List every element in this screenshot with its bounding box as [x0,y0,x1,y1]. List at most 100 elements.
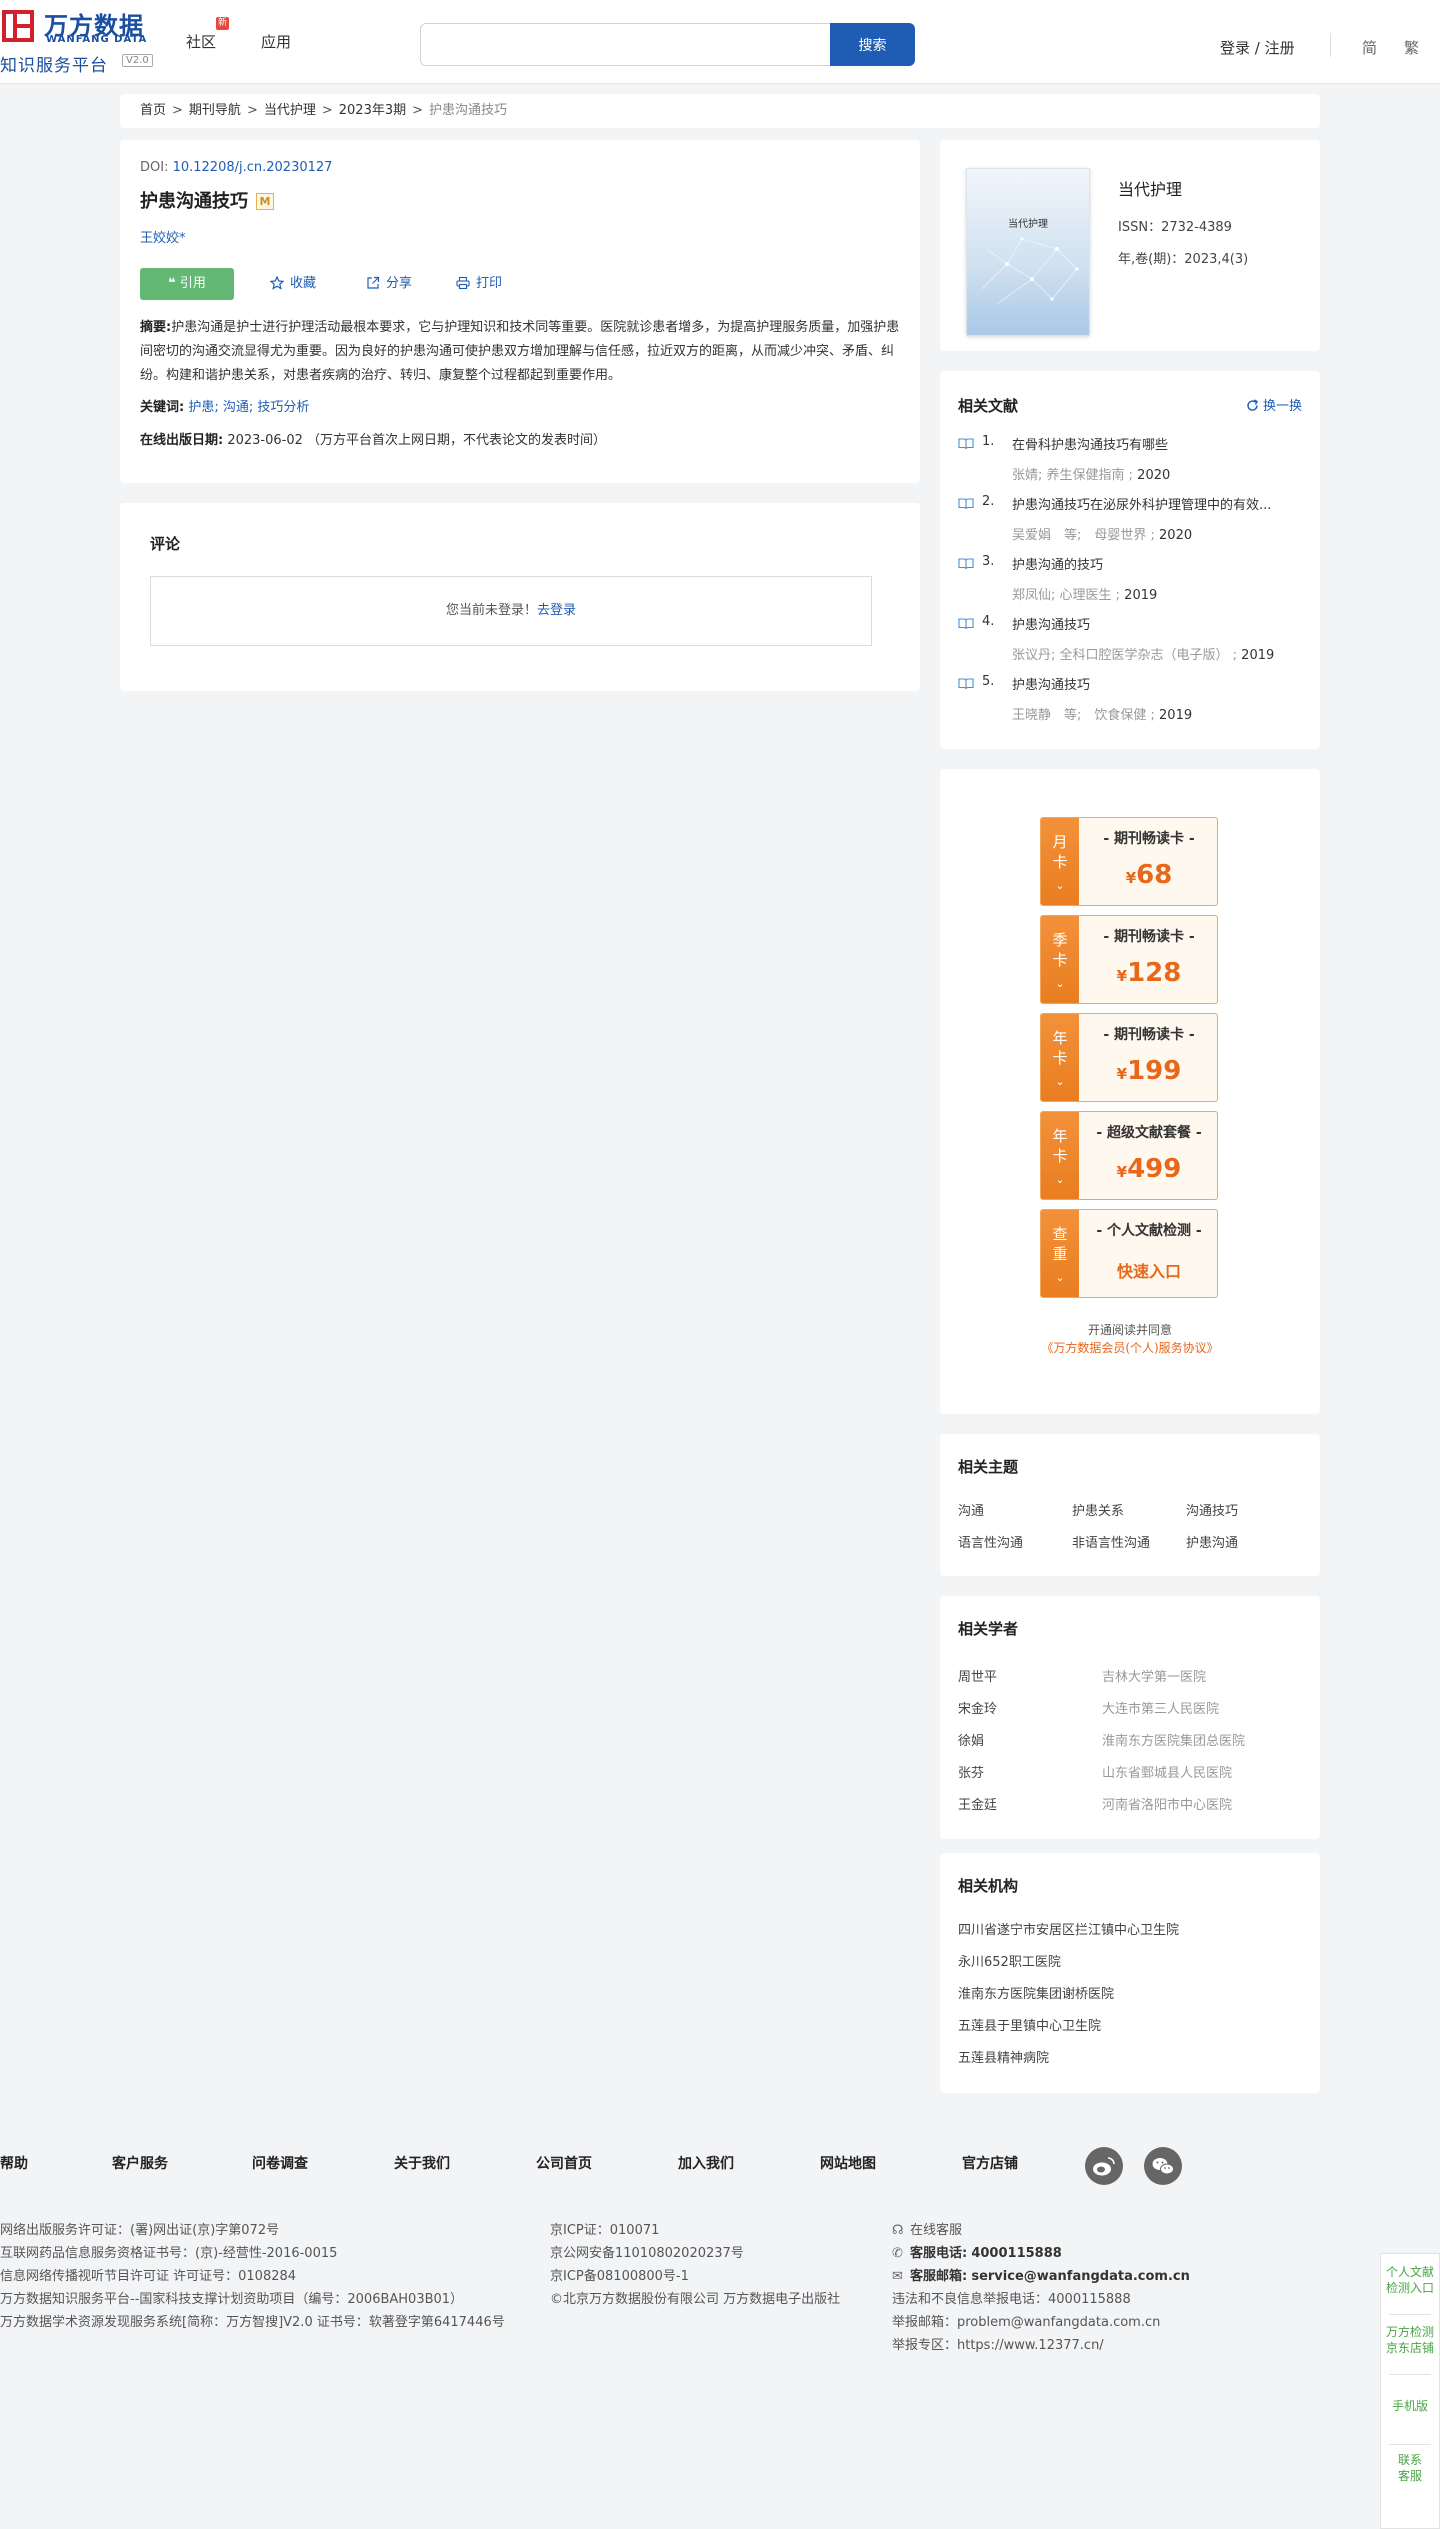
footer-sitemap[interactable]: 网站地图 [820,2153,876,2173]
print-label: 打印 [476,276,503,291]
related-doc-item[interactable]: 2. 护患沟通技巧在泌尿外科护理管理中的有效... 吴爱娟 等; 母婴世界 ; 20… [958,494,1302,554]
breadcrumb-journal-nav[interactable]: 期刊导航 [189,103,241,118]
wechat-icon[interactable] [1144,2147,1182,2185]
lang-simplified[interactable]: 简 [1362,37,1377,58]
wanfang-logo[interactable]: 万方数据 WANFANG DATA 知识服务平台 V2.0 [0,6,160,76]
go-login-link[interactable]: 去登录 [537,603,576,618]
book-icon [958,618,974,630]
share-button[interactable]: 分享 [366,268,412,300]
related-doc-item[interactable]: 4. 护患沟通技巧 张议丹; 全科口腔医学杂志（电子版） ; 2019 [958,614,1302,674]
search-button[interactable]: 搜索 [830,23,915,66]
footer-join-us[interactable]: 加入我们 [678,2153,734,2173]
promo-side-char: 查 [1052,1225,1068,1243]
nav-apps[interactable]: 应用 [261,31,291,52]
email-value[interactable]: service@wanfangdata.com.cn [971,2269,1190,2284]
footer-about[interactable]: 关于我们 [394,2153,450,2173]
search-input[interactable] [420,23,830,66]
topic-link[interactable]: 护患沟通 [1186,1532,1238,1551]
related-doc-item[interactable]: 5. 护患沟通技巧 王晓静 等; 饮食保健 ; 2019 [958,674,1302,734]
float-mobile[interactable]: 手机版 [1381,2398,1439,2414]
community-new-badge: 新 [216,17,229,30]
service-agreement-link[interactable]: 《万方数据会员(个人)服务协议》 [940,1339,1320,1356]
online-service-link[interactable]: ☊ 在线客服 [892,2219,962,2238]
lang-traditional[interactable]: 繁 [1404,37,1419,58]
journal-name[interactable]: 当代护理 [1118,176,1182,200]
favorite-label: 收藏 [290,276,317,291]
related-doc-title[interactable]: 在骨科护患沟通技巧有哪些 [1012,434,1302,453]
breadcrumb-home[interactable]: 首页 [140,103,166,118]
float-contact[interactable]: 联系 客服 [1381,2452,1439,2484]
footer-copyright: ©北京万方数据股份有限公司 万方数据电子出版社 [550,2292,841,2307]
promo-card[interactable]: 年卡 ⌄ - 超级文献套餐 - ¥499 [1040,1111,1218,1200]
float-divider [1389,2444,1431,2445]
favorite-button[interactable]: 收藏 [269,268,317,300]
promo-card[interactable]: 年卡 ⌄ - 期刊畅读卡 - ¥199 [1040,1013,1218,1102]
related-doc-item[interactable]: 1. 在骨科护患沟通技巧有哪些 张婧; 养生保健指南 ; 2020 [958,434,1302,494]
breadcrumb-issue[interactable]: 2023年3期 [339,103,406,118]
price-value: 68 [1136,860,1173,890]
promo-card-price: ¥128 [1079,958,1217,988]
scholar-name[interactable]: 宋金玲 [958,1698,997,1717]
institution-link[interactable]: 永川652职工医院 [958,1951,1061,1970]
topic-link[interactable]: 沟通 [958,1500,984,1519]
promo-side-char: 卡 [1052,853,1068,871]
refresh-button[interactable]: 换一换 [1246,395,1302,414]
topic-link[interactable]: 沟通技巧 [1186,1500,1238,1519]
footer-official-store[interactable]: 官方店铺 [962,2153,1018,2173]
footer: 帮助 客户服务 问卷调查 关于我们 公司首页 加入我们 网站地图 官方店铺 网络… [0,2115,1440,2529]
keywords-links[interactable]: 护患; 沟通; 技巧分析 [188,400,309,415]
footer-icp[interactable]: 京公网安备11010802020237号 [550,2242,744,2261]
scholar-name[interactable]: 徐娟 [958,1730,984,1749]
topic-link[interactable]: 护患关系 [1072,1500,1124,1519]
logo-mark-icon [2,10,34,42]
float-plagiarism-check[interactable]: 个人文献 检测入口 [1381,2264,1439,2296]
related-doc-title[interactable]: 护患沟通技巧 [1012,674,1302,693]
print-button[interactable]: 打印 [456,268,502,300]
footer-company-home[interactable]: 公司首页 [536,2153,592,2173]
float-jd-store[interactable]: 万方检测 京东店铺 [1381,2324,1439,2356]
institution-link[interactable]: 四川省遂宁市安居区拦江镇中心卫生院 [958,1919,1179,1938]
login-register-link[interactable]: 登录 / 注册 [1220,37,1295,58]
institution-link[interactable]: 淮南东方医院集团谢桥医院 [958,1983,1114,2002]
weibo-icon[interactable] [1085,2147,1123,2185]
topic-link[interactable]: 语言性沟通 [958,1532,1023,1551]
footer-report-zone[interactable]: 举报专区：https://www.12377.cn/ [892,2334,1104,2353]
promo-card[interactable]: 查重 ⌄ - 个人文献检测 - 快速入口 [1040,1209,1218,1298]
cite-button[interactable]: ❝ 引用 [140,268,234,300]
scholar-org: 淮南东方医院集团总医院 [1102,1734,1246,1749]
footer-help[interactable]: 帮助 [0,2153,28,2173]
header-divider [1330,33,1331,57]
related-doc-title[interactable]: 护患沟通技巧 [1012,614,1302,633]
institution-link[interactable]: 五莲县于里镇中心卫生院 [958,2015,1101,2034]
promo-card-entry[interactable]: 快速入口 [1079,1258,1217,1282]
scholar-name[interactable]: 王金廷 [958,1794,997,1813]
currency-symbol: ¥ [1116,967,1128,985]
header: 万方数据 WANFANG DATA 知识服务平台 V2.0 社区 新 应用 搜索… [0,0,1440,84]
footer-icp: 京ICP证：010071 [550,2223,660,2238]
refresh-icon [1247,399,1258,411]
author-link[interactable]: 王姣姣* [140,227,900,246]
related-doc-number: 5. [982,674,995,689]
promo-card[interactable]: 季卡 ⌄ - 期刊畅读卡 - ¥128 [1040,915,1218,1004]
journal-cover-image[interactable]: 当代护理 [966,168,1090,336]
doi-line: DOI: 10.12208/j.cn.20230127 [140,160,900,175]
nav-community[interactable]: 社区 [186,31,216,52]
double-chevron-down-icon: ⌄ [1055,1271,1065,1284]
related-doc-item[interactable]: 3. 护患沟通的技巧 郑凤仙; 心理医生 ; 2019 [958,554,1302,614]
promo-card[interactable]: 月卡 ⌄ - 期刊畅读卡 - ¥68 [1040,817,1218,906]
related-doc-title[interactable]: 护患沟通的技巧 [1012,554,1302,573]
footer-customer-service[interactable]: 客户服务 [112,2153,168,2173]
doi-link[interactable]: 10.12208/j.cn.20230127 [173,160,333,175]
scholar-name[interactable]: 张芬 [958,1762,984,1781]
related-doc-title[interactable]: 护患沟通技巧在泌尿外科护理管理中的有效... [1012,494,1302,513]
breadcrumb-journal[interactable]: 当代护理 [264,103,316,118]
logo-en-text: WANFANG DATA [46,34,148,45]
star-icon [269,275,285,290]
footer-survey[interactable]: 问卷调查 [252,2153,308,2173]
institution-link[interactable]: 五莲县精神病院 [958,2047,1049,2066]
scholar-name[interactable]: 周世平 [958,1666,997,1685]
related-doc-number: 2. [982,494,995,509]
share-label: 分享 [386,276,413,291]
footer-icp[interactable]: 京ICP备08100800号-1 [550,2265,689,2284]
topic-link[interactable]: 非语言性沟通 [1072,1532,1150,1551]
